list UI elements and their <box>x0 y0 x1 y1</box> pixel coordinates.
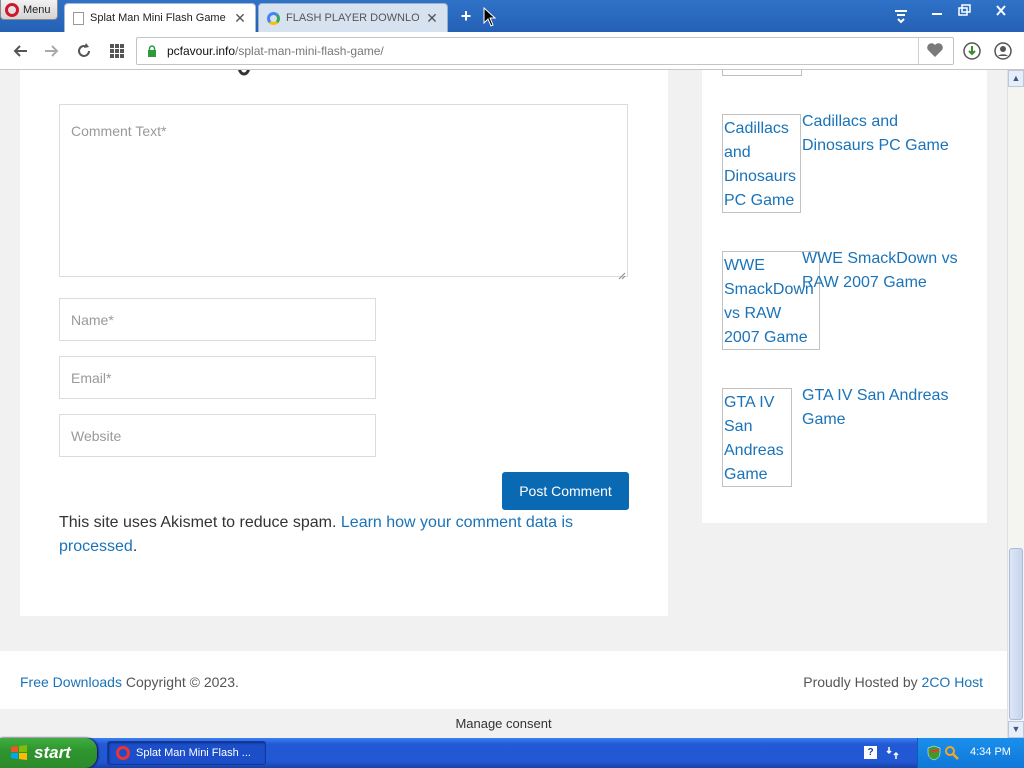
footer-hosting: Proudly Hosted by 2CO Host <box>803 674 983 690</box>
search-icon[interactable] <box>944 745 960 761</box>
site-footer: Free Downloads Copyright © 2023. Proudly… <box>0 651 1007 709</box>
help-icon[interactable]: ? <box>864 746 877 759</box>
page-icon <box>73 11 84 25</box>
speed-dial-icon[interactable] <box>107 41 127 61</box>
scroll-up-icon[interactable]: ▲ <box>1008 70 1024 87</box>
name-field[interactable]: Name* <box>59 298 376 341</box>
browser-toolbar: pcfavour.info/splat-man-mini-flash-game/ <box>0 32 1024 70</box>
website-placeholder: Website <box>71 427 122 444</box>
akismet-end: . <box>132 538 138 555</box>
heart-icon[interactable] <box>925 42 945 60</box>
security-shield-icon[interactable] <box>927 745 941 761</box>
windows-taskbar: start Splat Man Mini Flash ... ? 4:34 PM <box>0 738 1024 768</box>
akismet-text: This site uses Akismet to reduce spam. <box>59 514 341 531</box>
url-path: /splat-man-mini-flash-game/ <box>235 44 384 58</box>
downloads-icon[interactable] <box>962 41 982 61</box>
post-title-link[interactable]: Cadillacs and Dinosaurs PC Game <box>802 110 972 158</box>
start-label: start <box>34 743 71 762</box>
menu-label: Menu <box>23 3 51 16</box>
website-field[interactable]: Website <box>59 414 376 457</box>
comment-form-card: Comment Text* Name* Email* Website Post … <box>20 70 668 616</box>
minimize-icon[interactable] <box>926 3 948 19</box>
browser-title-bar: Menu Splat Man Mini Flash Game ✕ FLASH P… <box>0 0 1024 32</box>
url-host: pcfavour.info <box>167 44 236 58</box>
lock-icon <box>147 45 157 57</box>
manage-consent-button[interactable]: Manage consent <box>0 709 1007 738</box>
forward-icon[interactable] <box>41 41 61 61</box>
akismet-note: This site uses Akismet to reduce spam. L… <box>59 511 629 559</box>
post-thumbnail[interactable]: Cadillacs and Dinosaurs PC Game <box>722 114 801 213</box>
post-comment-button[interactable]: Post Comment <box>502 472 629 510</box>
start-button[interactable]: start <box>0 738 97 768</box>
taskbar-item-label: Splat Man Mini Flash ... <box>136 747 251 759</box>
account-icon[interactable] <box>993 41 1013 61</box>
post-title-link[interactable]: GTA IV San Andreas Game <box>802 384 972 432</box>
free-downloads-link[interactable]: Free Downloads <box>20 674 122 690</box>
new-tab-button[interactable]: + <box>456 6 476 26</box>
reload-icon[interactable] <box>74 41 94 61</box>
comment-placeholder: Comment Text* <box>71 123 167 139</box>
name-placeholder: Name* <box>71 311 114 328</box>
tab-flash-player[interactable]: FLASH PLAYER DOWNLOAD ✕ <box>258 3 448 32</box>
close-tab-icon[interactable]: ✕ <box>233 10 247 27</box>
tab-title: Splat Man Mini Flash Game <box>90 12 226 24</box>
page-viewport: Comment Text* Name* Email* Website Post … <box>0 70 1007 738</box>
network-icon[interactable] <box>886 745 900 761</box>
google-icon <box>267 11 280 25</box>
opera-icon <box>116 746 130 760</box>
tab-title: FLASH PLAYER DOWNLOAD <box>286 12 419 24</box>
notification-area: 4:34 PM <box>917 738 1024 768</box>
windows-logo-icon <box>10 744 28 762</box>
close-tab-icon[interactable]: ✕ <box>425 10 439 27</box>
taskbar-opera-window[interactable]: Splat Man Mini Flash ... <box>107 741 266 765</box>
tab-splat-man[interactable]: Splat Man Mini Flash Game ✕ <box>64 3 256 32</box>
post-title-link[interactable]: WWE SmackDown vs RAW 2007 Game <box>802 247 972 295</box>
reply-title-fragment <box>206 70 276 84</box>
page-scrollbar[interactable]: ▲ ▼ <box>1007 70 1024 738</box>
scroll-down-icon[interactable]: ▼ <box>1008 721 1024 738</box>
close-window-icon[interactable] <box>990 3 1012 19</box>
hosted-by-text: Proudly Hosted by <box>803 674 922 690</box>
tab-menu-icon[interactable] <box>893 8 909 24</box>
email-placeholder: Email* <box>71 369 112 386</box>
back-icon[interactable] <box>11 41 31 61</box>
opera-menu-button[interactable]: Menu <box>0 0 58 20</box>
copyright-text: Copyright © 2023. <box>121 674 239 690</box>
sidebar-related-posts: Cadillacs and Dinosaurs PC Game Cadillac… <box>702 70 987 523</box>
restore-icon[interactable] <box>953 3 975 19</box>
scroll-thumb[interactable] <box>1009 548 1023 720</box>
post-thumbnail-fragment <box>722 70 802 76</box>
host-link[interactable]: 2CO Host <box>922 674 983 690</box>
email-field[interactable]: Email* <box>59 356 376 399</box>
footer-copyright: Free Downloads Copyright © 2023. <box>20 674 239 690</box>
system-tray: ? 4:34 PM <box>852 738 1024 768</box>
resize-handle-icon[interactable] <box>618 267 626 280</box>
post-thumbnail[interactable]: GTA IV San Andreas Game <box>722 388 792 487</box>
address-bar[interactable]: pcfavour.info/splat-man-mini-flash-game/ <box>136 37 954 65</box>
opera-logo-icon <box>5 2 19 17</box>
comment-textarea[interactable]: Comment Text* <box>59 104 628 280</box>
url-divider <box>918 38 919 64</box>
taskbar-clock: 4:34 PM <box>970 746 1011 758</box>
